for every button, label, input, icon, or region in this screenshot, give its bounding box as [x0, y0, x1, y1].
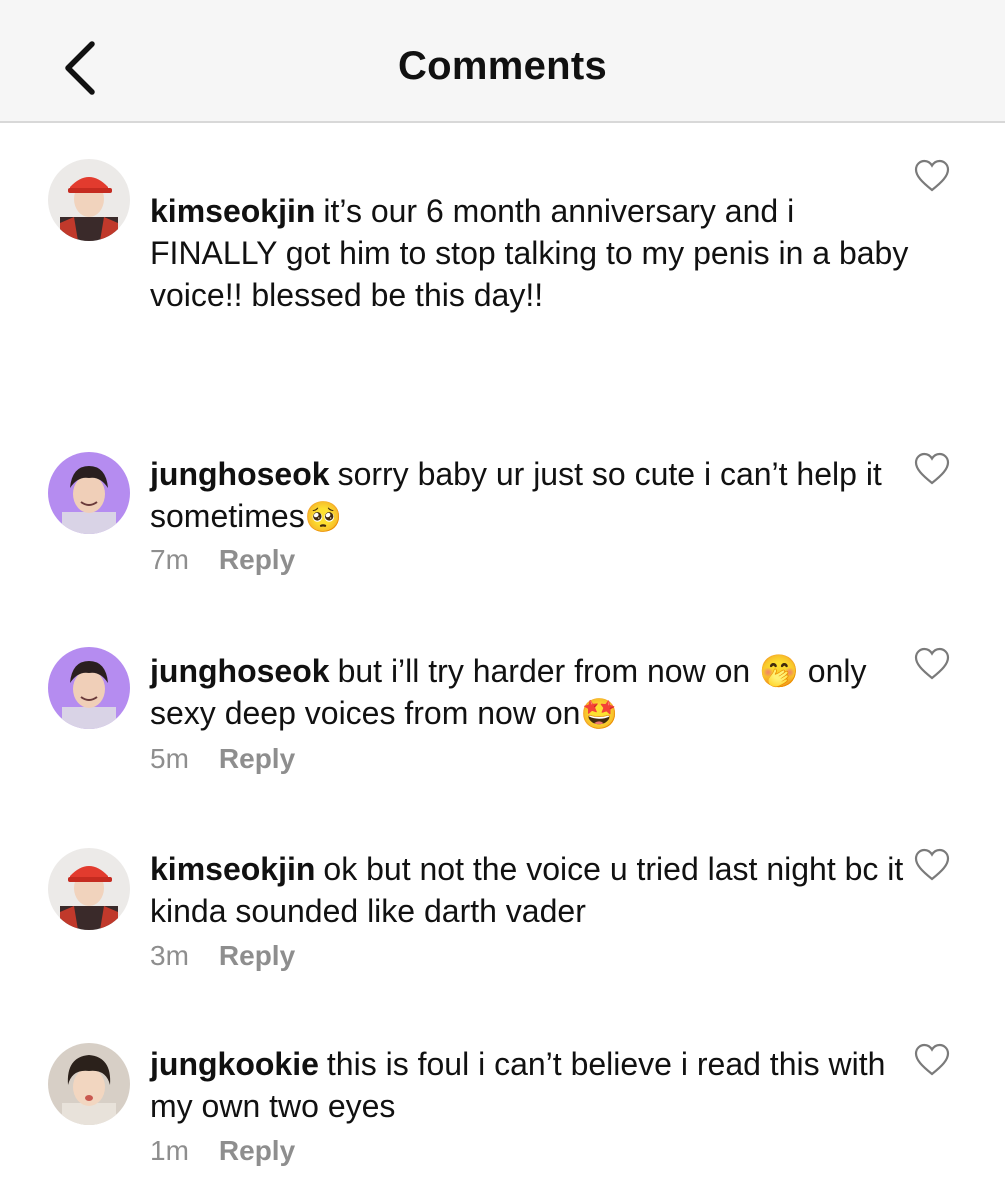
comment-text: junghoseok sorry baby ur just so cute i c… [150, 453, 910, 539]
comment-meta: 7m Reply [150, 544, 295, 576]
comment-username[interactable]: kimseokjin [150, 851, 315, 887]
comment-text: junghoseok but i’ll try harder from now o… [150, 650, 910, 736]
comment-text: kimseokjin it’s our 6 month anniversary a… [150, 190, 910, 316]
avatar[interactable] [48, 1043, 130, 1125]
reply-button[interactable]: Reply [219, 1135, 295, 1167]
comment-meta: 1m Reply [150, 1135, 295, 1167]
reply-button[interactable]: Reply [219, 544, 295, 576]
comment-meta: 3m Reply [150, 940, 295, 972]
comment-username[interactable]: junghoseok [150, 456, 330, 492]
header-bar: Comments [0, 0, 1005, 123]
page-title: Comments [397, 44, 608, 88]
heart-icon[interactable] [914, 848, 950, 882]
avatar[interactable] [48, 647, 130, 729]
comment-text: kimseokjin ok but not the voice u tried l… [150, 848, 910, 932]
heart-icon[interactable] [914, 452, 950, 486]
comment-timestamp: 1m [150, 1135, 189, 1166]
comment-username[interactable]: jungkookie [150, 1046, 319, 1082]
avatar[interactable] [48, 452, 130, 534]
comment-username[interactable]: kimseokjin [150, 193, 315, 229]
reply-button[interactable]: Reply [219, 743, 295, 775]
comment-timestamp: 7m [150, 544, 189, 575]
heart-icon[interactable] [914, 1043, 950, 1077]
pleading-face-emoji: 🥺 [304, 500, 343, 535]
avatar[interactable] [48, 159, 130, 241]
comment-timestamp: 5m [150, 743, 189, 774]
comment-username[interactable]: junghoseok [150, 653, 330, 689]
comment-meta: 5m Reply [150, 743, 295, 775]
reply-button[interactable]: Reply [219, 940, 295, 972]
avatar[interactable] [48, 848, 130, 930]
heart-icon[interactable] [914, 159, 950, 193]
heart-icon[interactable] [914, 647, 950, 681]
star-struck-emoji: 🤩 [580, 697, 618, 732]
comment-text: jungkookie this is foul i can’t believe i… [150, 1043, 910, 1127]
comment-timestamp: 3m [150, 940, 189, 971]
